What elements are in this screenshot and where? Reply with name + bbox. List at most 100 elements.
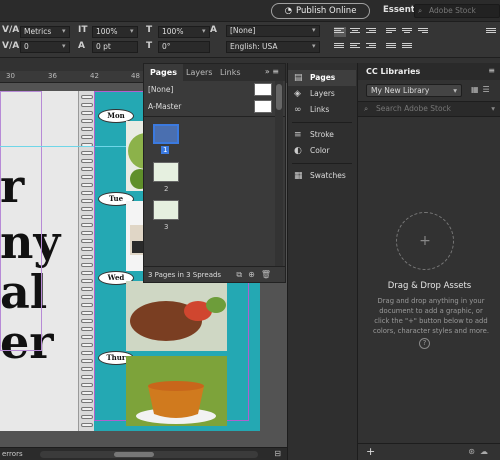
dock-divider	[292, 122, 352, 123]
footer-icons[interactable]: ⊛☁	[468, 447, 493, 456]
align-left-button[interactable]	[334, 27, 346, 37]
tab-pages[interactable]: Pages	[144, 64, 183, 81]
master-a[interactable]: A-Master	[148, 102, 181, 111]
spiral-coil	[81, 383, 93, 387]
page-thumbnail[interactable]	[153, 124, 179, 144]
dock-item-layers[interactable]: ◈ Layers	[288, 86, 356, 102]
page-number: 2	[164, 185, 169, 193]
spiral-coil	[81, 391, 93, 395]
preflight-status[interactable]: errors	[2, 450, 23, 458]
pages-scrollbar[interactable]	[275, 81, 283, 266]
align-right-button[interactable]	[366, 27, 378, 37]
publish-online-button[interactable]: ◔ Publish Online	[271, 3, 370, 19]
spiral-coil	[81, 271, 93, 275]
chevron-down-icon[interactable]: ▾	[62, 42, 66, 50]
skew-icon: T	[146, 41, 153, 51]
justify-left-button[interactable]	[386, 27, 398, 37]
drag-drop-description: Drag and drop anything in your document …	[372, 297, 490, 335]
view-mode-icon[interactable]: ⊟	[274, 449, 281, 458]
chevron-down-icon[interactable]: ▾	[202, 27, 206, 35]
align-away-spine-button[interactable]	[366, 42, 378, 52]
horizontal-scale-icon: T	[146, 25, 153, 35]
master-none[interactable]: [None]	[148, 85, 173, 94]
dock-item-links[interactable]: ∞ Links	[288, 102, 356, 118]
spiral-coil	[81, 167, 93, 171]
tab-layers[interactable]: Layers	[180, 64, 218, 81]
swatches-icon: ▦	[294, 171, 303, 181]
baseline-shift-field[interactable]: 0 pt	[92, 41, 138, 53]
spiral-coil	[81, 415, 93, 419]
color-icon: ◐	[294, 146, 302, 156]
help-icon[interactable]: ?	[419, 338, 430, 349]
spiral-coil	[81, 407, 93, 411]
ruler-tick: 48	[131, 72, 140, 80]
bullet-list-button[interactable]	[386, 42, 398, 52]
adobe-stock-search-input[interactable]: ⌕ Adobe Stock	[414, 4, 500, 18]
pages-panel-tabs: Pages Layers Links » ≡	[144, 64, 285, 81]
page-thumbnail[interactable]	[153, 162, 179, 182]
align-center-button[interactable]	[350, 27, 362, 37]
spiral-coil	[81, 295, 93, 299]
spiral-coil	[81, 207, 93, 211]
baseline-shift-icon: A	[78, 41, 85, 51]
chevron-down-icon[interactable]: ▾	[130, 27, 134, 35]
cc-libraries-title[interactable]: CC Libraries	[366, 67, 420, 76]
justify-all-button[interactable]	[334, 42, 346, 52]
drag-drop-heading: Drag & Drop Assets	[387, 281, 472, 291]
dock-item-pages[interactable]: ▤ Pages	[288, 70, 356, 86]
panel-divider	[144, 116, 285, 117]
spiral-coil	[81, 159, 93, 163]
dock-item-color[interactable]: ◐ Color	[288, 143, 356, 159]
master-thumbnail	[254, 100, 272, 113]
align-spine-button[interactable]	[350, 42, 362, 52]
library-name: My New Library	[371, 86, 430, 95]
panel-menu-icon[interactable]: ≡	[488, 66, 495, 75]
justify-right-button[interactable]	[418, 27, 430, 37]
chevron-down-icon[interactable]: ▾	[62, 27, 66, 35]
pages-icon: ▤	[294, 73, 303, 83]
page-thumbnail[interactable]	[153, 200, 179, 220]
dock-item-label: Pages	[310, 73, 336, 82]
links-icon: ∞	[294, 105, 302, 115]
search-icon: ⌕	[364, 104, 369, 113]
ruler-tick: 36	[48, 72, 57, 80]
chevron-down-icon[interactable]: ▾	[312, 42, 316, 50]
spiral-coil	[81, 239, 93, 243]
spiral-coil	[81, 319, 93, 323]
spiral-coil	[81, 351, 93, 355]
text-frame-outline	[0, 91, 42, 351]
view-toggle-icons[interactable]: ▦☰	[471, 85, 494, 94]
spiral-coil	[81, 231, 93, 235]
tab-links[interactable]: Links	[214, 64, 247, 81]
horizontal-scrollbar[interactable]	[40, 451, 258, 458]
justify-center-button[interactable]	[402, 27, 414, 37]
spiral-coil	[81, 223, 93, 227]
dock-item-swatches[interactable]: ▦ Swatches	[288, 168, 356, 184]
stock-search-input[interactable]: ⌕ Search Adobe Stock ▾	[358, 101, 500, 117]
character-style-select[interactable]: [None]	[226, 25, 320, 37]
language-select[interactable]: English: USA	[226, 41, 320, 53]
steak-photo[interactable]	[126, 281, 227, 351]
page-count-label: 3 Pages in 3 Spreads	[148, 271, 222, 279]
drop-target-plus-icon[interactable]: +	[396, 212, 454, 270]
dock-item-stroke[interactable]: ≡ Stroke	[288, 127, 356, 143]
spiral-coil	[81, 119, 93, 123]
spiral-coil	[81, 183, 93, 187]
more-options-icon[interactable]	[486, 27, 498, 37]
spiral-coil	[81, 263, 93, 267]
panel-menu-icon[interactable]: » ≡	[265, 67, 279, 76]
add-asset-button[interactable]: +	[366, 445, 375, 458]
numbered-list-button[interactable]	[402, 42, 414, 52]
kerning-icon: V/A	[2, 25, 20, 35]
chevron-down-icon[interactable]: ▾	[312, 26, 316, 34]
tea-photo[interactable]	[126, 356, 227, 426]
app-bar: ◔ Publish Online Essentials▾ ⌕ Adobe Sto…	[0, 0, 500, 22]
left-page[interactable]: r ny al er	[0, 91, 78, 431]
panel-footer-icons[interactable]: ⧉⊕🗑	[236, 267, 277, 283]
pages-panel: Pages Layers Links » ≡ [None] A-Master 1…	[143, 63, 286, 283]
paragraph-align-buttons	[330, 25, 500, 55]
spiral-coil	[81, 367, 93, 371]
library-select[interactable]: My New Library ▾	[366, 84, 462, 97]
skew-field[interactable]: 0°	[158, 41, 210, 53]
spiral-coil	[81, 303, 93, 307]
